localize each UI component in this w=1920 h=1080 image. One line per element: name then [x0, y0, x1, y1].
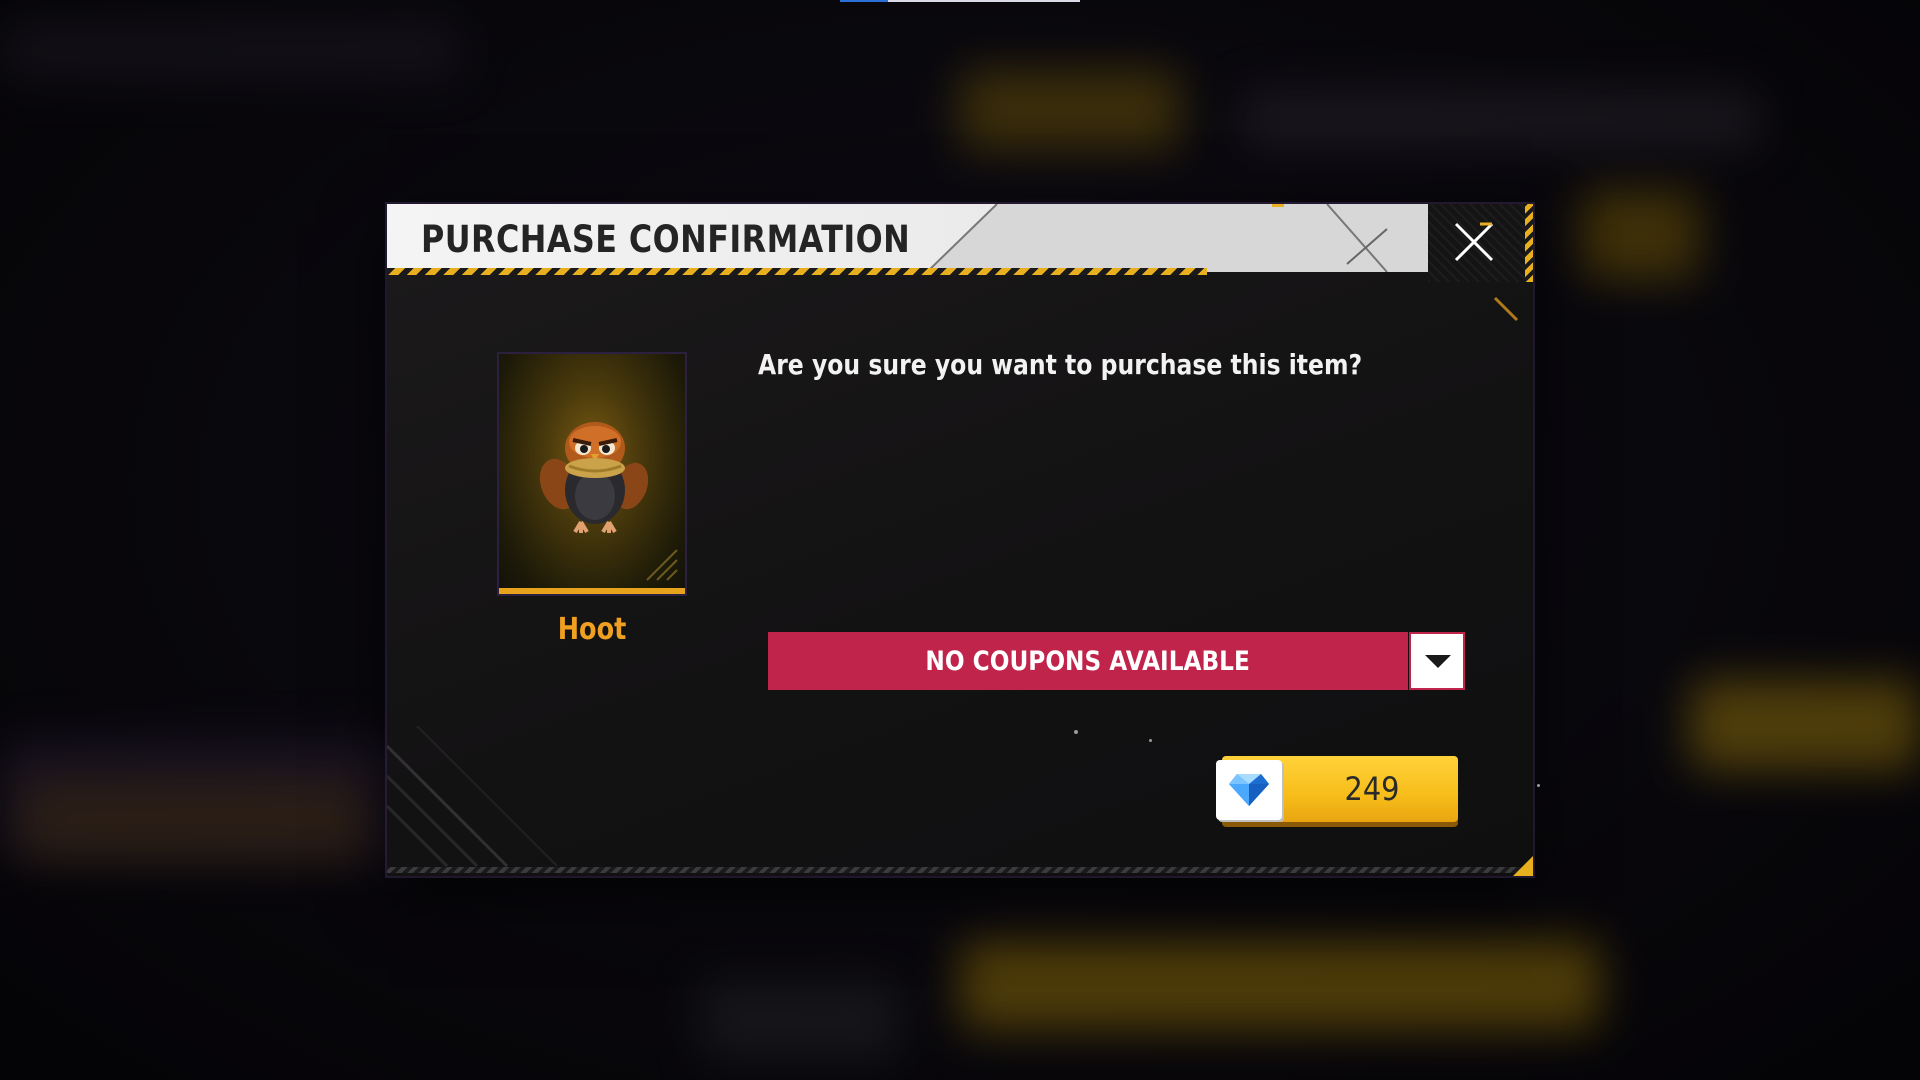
- sparkle: [1074, 730, 1078, 734]
- diamond-icon: [1229, 774, 1269, 806]
- item-name: Hoot: [557, 612, 627, 647]
- hazard-stripe-vertical: [1525, 204, 1533, 282]
- coupon-dropdown[interactable]: NO COUPONS AVAILABLE: [768, 632, 1465, 690]
- sparkle: [1537, 784, 1540, 787]
- price-amount: 249: [1344, 770, 1400, 808]
- corner-accent: [1493, 296, 1519, 322]
- owl-pet-icon: [539, 422, 649, 534]
- game-screen: PURCHASE CONFIRMATION Hoot Are you sure …: [0, 0, 1920, 1080]
- hazard-stripe: [387, 268, 1207, 275]
- dialog-bottom-rail: [387, 867, 1533, 873]
- close-button[interactable]: [1428, 204, 1533, 282]
- progress-bar: [840, 0, 1080, 2]
- currency-badge: [1216, 760, 1282, 820]
- dialog-header: PURCHASE CONFIRMATION: [387, 204, 1428, 272]
- sparkle: [1149, 739, 1152, 742]
- confirmation-question: Are you sure you want to purchase this i…: [758, 348, 1363, 381]
- card-corner-decoration: [646, 549, 678, 581]
- corner-accent: [1513, 856, 1533, 876]
- purchase-price-button[interactable]: 249: [1216, 756, 1462, 828]
- dialog-title: PURCHASE CONFIRMATION: [421, 218, 911, 261]
- item-preview-card: [497, 352, 687, 596]
- decorative-lines: [387, 726, 558, 868]
- coupon-status-label[interactable]: NO COUPONS AVAILABLE: [768, 632, 1408, 690]
- rarity-bar: [499, 588, 685, 594]
- progress-fill: [840, 0, 888, 2]
- chevron-down-icon: [1425, 655, 1451, 668]
- purchase-confirmation-dialog: PURCHASE CONFIRMATION Hoot Are you sure …: [387, 204, 1540, 876]
- coupon-dropdown-toggle[interactable]: [1409, 632, 1465, 690]
- coupon-status-text: NO COUPONS AVAILABLE: [925, 645, 1251, 677]
- close-icon[interactable]: [1452, 220, 1496, 264]
- header-decoration: [927, 204, 1428, 272]
